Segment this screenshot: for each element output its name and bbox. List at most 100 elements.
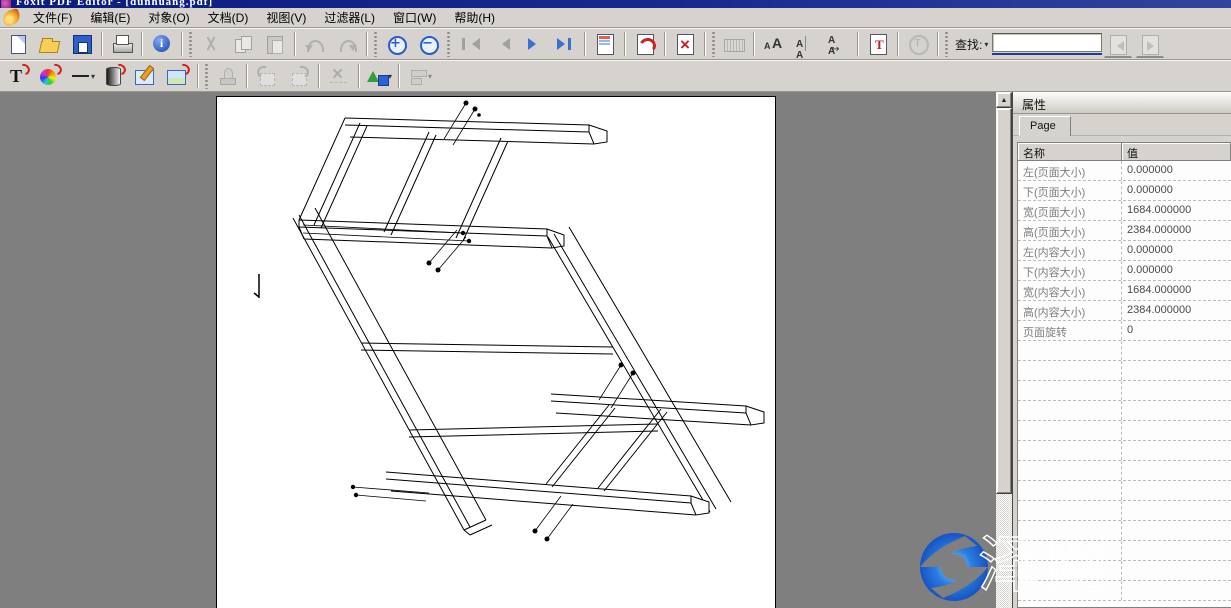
menu-item-help[interactable]: 帮助(H) [445, 9, 504, 27]
property-value[interactable]: 0.000000 [1122, 241, 1231, 260]
find-input[interactable] [992, 33, 1102, 52]
property-name: 高(内容大小) [1018, 301, 1122, 320]
zoom-out-button[interactable] [414, 30, 442, 58]
prev-page-button[interactable] [487, 30, 515, 58]
shapes-button[interactable] [365, 62, 393, 90]
menu-item-document[interactable]: 文档(D) [199, 9, 258, 27]
toolbar-grip[interactable] [188, 31, 193, 57]
find-previous-button[interactable] [1104, 30, 1132, 58]
document-canvas[interactable] [0, 92, 996, 608]
toolbar-grip[interactable] [446, 31, 451, 57]
open-button[interactable] [36, 30, 64, 58]
tracking-button[interactable] [824, 30, 852, 58]
line-style-button[interactable] [68, 62, 96, 90]
property-value[interactable]: 1684.000000 [1122, 201, 1231, 220]
property-row[interactable]: 页面旋转0 [1018, 321, 1231, 341]
menu-item-object[interactable]: 对象(O) [139, 9, 198, 27]
page-layout-button[interactable] [591, 30, 619, 58]
property-value[interactable]: 2384.000000 [1122, 221, 1231, 240]
print-button[interactable] [108, 30, 136, 58]
add-text-button[interactable] [4, 62, 32, 90]
clone-button[interactable] [213, 62, 241, 90]
color-button[interactable] [36, 62, 64, 90]
scrollbar-thumb[interactable] [996, 108, 1012, 494]
property-value[interactable]: 2384.000000 [1122, 301, 1231, 320]
property-row[interactable]: 左(内容大小)0.000000 [1018, 241, 1231, 261]
property-row[interactable]: 宽(内容大小)1684.000000 [1018, 281, 1231, 301]
property-row[interactable]: 高(内容大小)2384.000000 [1018, 301, 1231, 321]
main-area: ▲ 属性 Page 名称 值 左(页面大小)0.000000下(页面大小)0.0… [0, 92, 1231, 608]
paste-button[interactable] [261, 30, 289, 58]
copy-button[interactable] [229, 30, 257, 58]
toolbar-separator [664, 32, 666, 56]
edit-image-button[interactable] [132, 62, 160, 90]
find-next-button[interactable] [1136, 30, 1164, 58]
rotate-left-button[interactable] [253, 62, 281, 90]
property-row[interactable]: 左(页面大小)0.000000 [1018, 161, 1231, 181]
shading-button[interactable] [100, 62, 128, 90]
property-value[interactable]: 0.000000 [1122, 181, 1231, 200]
delete-page-button[interactable] [671, 30, 699, 58]
property-value[interactable]: 1684.000000 [1122, 281, 1231, 300]
property-row[interactable]: 高(页面大小)2384.000000 [1018, 221, 1231, 241]
info-icon [150, 32, 174, 56]
printer-icon [110, 32, 134, 56]
toolbar-grip[interactable] [711, 31, 716, 57]
tab-page[interactable]: Page [1019, 116, 1071, 136]
insert-text-button[interactable] [864, 30, 892, 58]
menu-item-window[interactable]: 窗口(W) [384, 9, 445, 27]
align-button[interactable] [405, 62, 433, 90]
toolbar-grip[interactable] [204, 63, 209, 89]
property-value[interactable]: 0.000000 [1122, 261, 1231, 280]
first-page-button[interactable] [455, 30, 483, 58]
text-t-icon [6, 64, 30, 88]
property-row[interactable]: 下(页面大小)0.000000 [1018, 181, 1231, 201]
property-row-empty [1018, 541, 1231, 561]
property-value[interactable]: 0.000000 [1122, 161, 1231, 180]
save-button[interactable] [68, 30, 96, 58]
shapes-icon [366, 64, 387, 88]
property-value[interactable]: 0 [1122, 321, 1231, 340]
menu-item-edit[interactable]: 编辑(E) [81, 9, 139, 27]
next-page-button[interactable] [519, 30, 547, 58]
keyboard-button[interactable] [720, 30, 748, 58]
undo-button[interactable] [301, 30, 329, 58]
rotate-page-button[interactable] [631, 30, 659, 58]
next-page-icon [521, 32, 545, 56]
menu-item-view[interactable]: 视图(V) [257, 9, 315, 27]
window-icon [1, 0, 11, 8]
find-label: 查找: [955, 36, 982, 53]
rotate-sel-right-icon [287, 64, 311, 88]
insert-image-button[interactable] [164, 62, 192, 90]
menu-item-file[interactable]: 文件(F) [24, 9, 81, 27]
text-circle-button[interactable] [904, 30, 932, 58]
find-dropdown-icon[interactable] [984, 40, 988, 49]
property-name: 页面旋转 [1018, 321, 1122, 340]
pdf-page[interactable] [216, 96, 776, 608]
dropdown-caret-icon[interactable] [428, 72, 432, 81]
property-row-empty [1018, 381, 1231, 401]
toolbar-grip[interactable] [944, 31, 949, 57]
toolbar-separator [358, 64, 360, 88]
property-row[interactable]: 下(内容大小)0.000000 [1018, 261, 1231, 281]
screw-heads [351, 101, 636, 542]
toolbar-grip[interactable] [373, 31, 378, 57]
menu-item-filter[interactable]: 过滤器(L) [315, 9, 384, 27]
rotate-right-button[interactable] [285, 62, 313, 90]
new-button[interactable] [4, 30, 32, 58]
scroll-up-button[interactable]: ▲ [996, 92, 1012, 108]
property-row-empty [1018, 421, 1231, 441]
properties-table-header: 名称 值 [1018, 143, 1231, 161]
document-info-button[interactable] [148, 30, 176, 58]
last-page-button[interactable] [551, 30, 579, 58]
dropdown-caret-icon[interactable] [91, 72, 95, 81]
font-size-button[interactable] [760, 30, 788, 58]
menu-bar: 文件(F)编辑(E)对象(O)文档(D)视图(V)过滤器(L)窗口(W)帮助(H… [0, 8, 1231, 28]
kerning-button[interactable] [792, 30, 820, 58]
delete-object-button[interactable] [325, 62, 353, 90]
zoom-in-button[interactable] [382, 30, 410, 58]
cut-button[interactable] [197, 30, 225, 58]
redo-button[interactable] [333, 30, 361, 58]
vertical-scrollbar[interactable]: ▲ [996, 92, 1012, 608]
property-row[interactable]: 宽(页面大小)1684.000000 [1018, 201, 1231, 221]
